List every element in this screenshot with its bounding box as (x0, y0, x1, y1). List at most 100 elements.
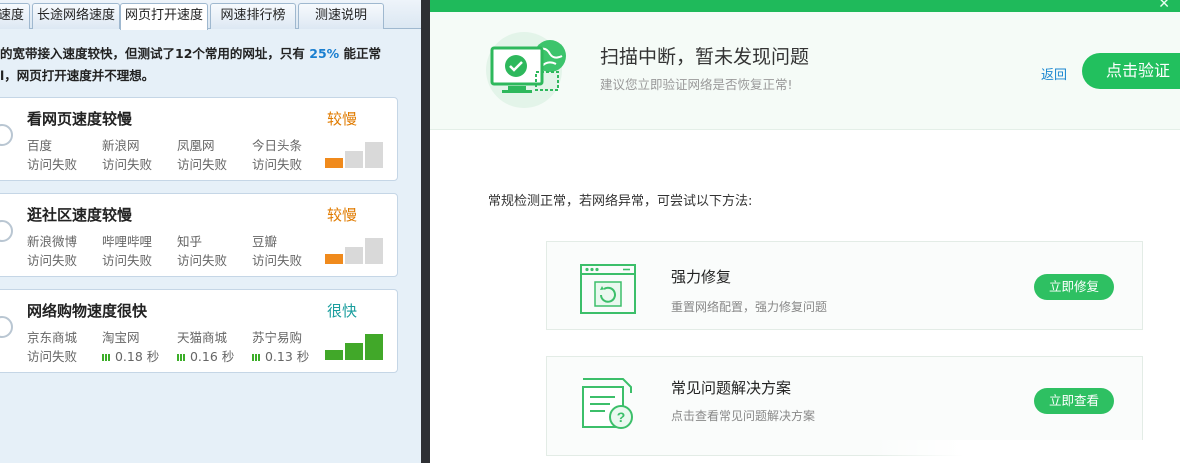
site-result: 访问失败 (177, 155, 253, 174)
title-bar: ✕ (430, 0, 1180, 12)
site-name: 哔哩哔哩 (102, 234, 153, 249)
signal-strength-icon (325, 142, 385, 168)
signal-bar (345, 151, 363, 168)
site-item: 今日头条 访问失败 (252, 136, 328, 174)
repair-option-strong-fix: 强力修复 重置网络配置，强力修复问题 立即修复 (546, 241, 1143, 330)
signal-bar (365, 238, 383, 264)
site-result: 0.13 秒 (252, 347, 328, 366)
site-name: 苏宁易购 (252, 330, 303, 345)
signal-mini-icon (102, 349, 111, 364)
scan-result-title: 扫描中断，暂未发现问题 (600, 46, 810, 68)
speed-category-card: 网络购物速度很快 很快 京东商城 访问失败 淘宝网 0.18 秒天猫商城 0.16 秒苏… (0, 289, 398, 373)
category-title: 网络购物速度很快 (27, 302, 148, 320)
signal-bar (345, 343, 363, 360)
site-name: 百度 (27, 138, 53, 153)
verify-button[interactable]: 点击验证 (1082, 53, 1180, 89)
speed-status: 较慢 (327, 206, 358, 224)
speed-category-card: 看网页速度较慢 较慢 百度 访问失败 新浪网 访问失败 凤凰网 访问失败 今日头条 访问失败 (0, 97, 398, 181)
site-result: 访问失败 (27, 251, 103, 270)
globe-icon (0, 220, 13, 242)
site-result: 0.18 秒 (102, 347, 178, 366)
site-name: 天猫商城 (177, 330, 228, 345)
summary-text: 的宽带接入速度较快，但测试了12个常用的网址，只有 25% 能正常 l，网页打开… (0, 43, 421, 87)
site-result-text: 访问失败 (27, 253, 78, 268)
site-name: 淘宝网 (102, 330, 140, 345)
view-now-button[interactable]: 立即查看 (1034, 388, 1114, 414)
site-result-text: 访问失败 (252, 253, 303, 268)
site-result-text: 访问失败 (177, 157, 228, 172)
speed-test-window: 速度 长途网络速度 网页打开速度 网速排行榜 测速说明 的宽带接入速度较快，但测… (0, 0, 421, 463)
site-name: 京东商城 (27, 330, 78, 345)
site-name: 知乎 (177, 234, 203, 249)
category-title: 逛社区速度较慢 (27, 206, 133, 224)
site-name: 今日头条 (252, 138, 303, 153)
site-item: 哔哩哔哩 访问失败 (102, 232, 178, 270)
globe-icon (0, 124, 13, 146)
site-result: 访问失败 (27, 155, 103, 174)
signal-strength-icon (325, 334, 385, 360)
network-repair-window: ✕ 扫描中断，暂未发现问题 建议您立即验证网络是否恢复正常! 返回 点击验证 常… (430, 0, 1180, 463)
site-name: 新浪网 (102, 138, 140, 153)
site-result: 0.16 秒 (177, 347, 253, 366)
signal-bar (345, 247, 363, 264)
faq-document-icon: ? (582, 378, 633, 429)
faq-title: 常见问题解决方案 (671, 379, 792, 397)
svg-text:?: ? (617, 409, 626, 425)
summary-line2: l，网页打开速度并不理想。 (0, 68, 155, 83)
site-name: 凤凰网 (177, 138, 215, 153)
scan-result-subtitle: 建议您立即验证网络是否恢复正常! (600, 77, 793, 92)
tab-web-open-speed[interactable]: 网页打开速度 (120, 3, 208, 30)
tab-speed[interactable]: 速度 (0, 3, 30, 29)
scan-result-header: 扫描中断，暂未发现问题 建议您立即验证网络是否恢复正常! 返回 点击验证 (430, 12, 1180, 130)
site-item: 天猫商城 0.16 秒 (177, 328, 253, 366)
tab-bar: 速度 长途网络速度 网页打开速度 网速排行榜 测速说明 (0, 0, 421, 30)
site-item: 苏宁易购 0.13 秒 (252, 328, 328, 366)
site-item: 百度 访问失败 (27, 136, 103, 174)
signal-bar (365, 334, 383, 360)
tab-speed-test-guide[interactable]: 测速说明 (298, 3, 384, 29)
speed-status: 较慢 (327, 110, 358, 128)
window-gap (421, 0, 430, 463)
category-title: 看网页速度较慢 (27, 110, 133, 128)
back-link[interactable]: 返回 (1041, 64, 1067, 83)
signal-strength-icon (325, 238, 385, 264)
site-result-text: 访问失败 (102, 157, 153, 172)
fix-now-button[interactable]: 立即修复 (1034, 274, 1114, 300)
bottom-fade (870, 440, 1180, 463)
site-result-text: 访问失败 (27, 349, 78, 364)
site-item: 新浪网 访问失败 (102, 136, 178, 174)
summary-line1-prefix: 的宽带接入速度较快，但测试了12个常用的网址，只有 (0, 46, 305, 61)
tab-speed-ranking[interactable]: 网速排行榜 (210, 3, 296, 29)
signal-mini-icon (252, 349, 261, 364)
speed-status: 很快 (327, 302, 358, 320)
site-result-text: 访问失败 (252, 157, 303, 172)
site-result-text: 访问失败 (102, 253, 153, 268)
site-result: 访问失败 (177, 251, 253, 270)
window-repair-icon (580, 264, 636, 314)
site-result-text: 访问失败 (177, 253, 228, 268)
intro-text: 常规检测正常，若网络异常，可尝试以下方法: (488, 194, 753, 209)
tab-long-distance-speed[interactable]: 长途网络速度 (32, 3, 120, 29)
site-result: 访问失败 (102, 155, 178, 174)
signal-bar (365, 142, 383, 168)
site-result: 访问失败 (102, 251, 178, 270)
site-item: 豆瓣 访问失败 (252, 232, 328, 270)
signal-bar (325, 350, 343, 360)
site-item: 知乎 访问失败 (177, 232, 253, 270)
signal-bar (325, 254, 343, 264)
site-result-text: 0.16 秒 (189, 349, 235, 364)
speed-category-card: 逛社区速度较慢 较慢 新浪微博 访问失败 哔哩哔哩 访问失败 知乎 访问失败 豆瓣 访问失败 (0, 193, 398, 277)
globe-icon (0, 316, 13, 338)
site-item: 京东商城 访问失败 (27, 328, 103, 366)
site-name: 豆瓣 (252, 234, 278, 249)
site-result-text: 访问失败 (27, 157, 78, 172)
success-percent: 25% (309, 46, 340, 61)
signal-bar (325, 158, 343, 168)
summary-line1-suffix: 能正常 (343, 46, 382, 61)
site-item: 新浪微博 访问失败 (27, 232, 103, 270)
strong-fix-title: 强力修复 (671, 268, 732, 286)
close-icon[interactable]: ✕ (1158, 0, 1170, 12)
site-result: 访问失败 (252, 251, 328, 270)
signal-mini-icon (177, 349, 186, 364)
site-item: 淘宝网 0.18 秒 (102, 328, 178, 366)
